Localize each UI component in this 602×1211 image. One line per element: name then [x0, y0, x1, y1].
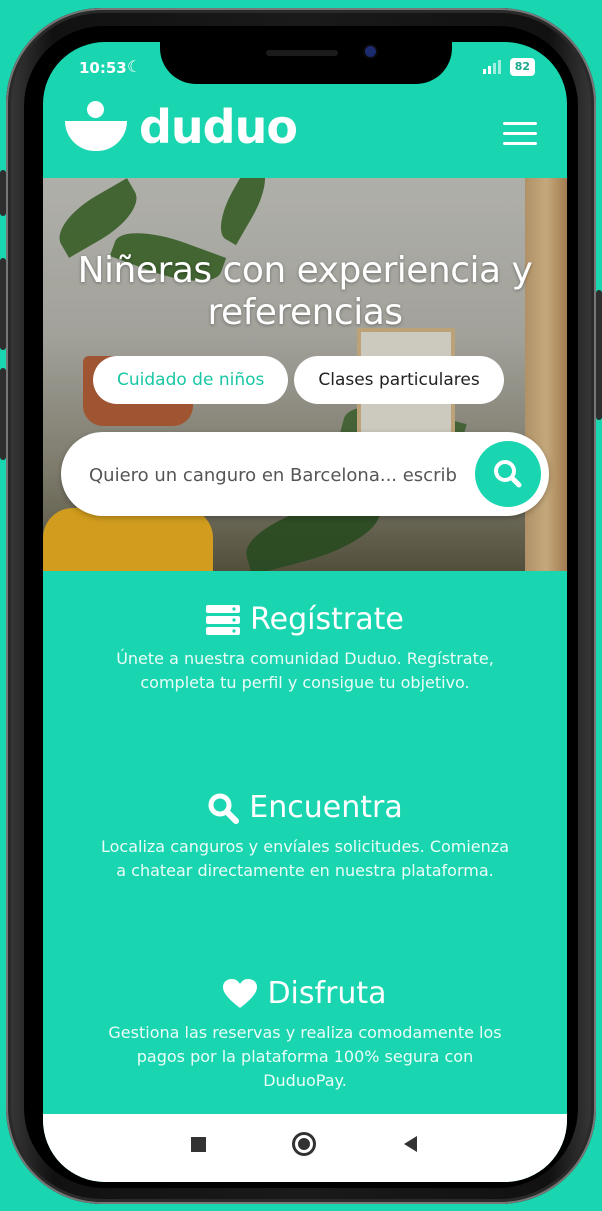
search-button[interactable]: [475, 441, 541, 507]
phone-volume-up-button: [0, 258, 6, 350]
tab-cuidado-de-ninos[interactable]: Cuidado de niños: [93, 356, 289, 404]
phone-side-button: [0, 170, 6, 216]
battery-indicator: 82: [509, 58, 535, 76]
section-registrate: Regístrate Únete a nuestra comunidad Dud…: [43, 602, 567, 695]
status-indicators: 82: [482, 58, 535, 76]
phone-power-button: [596, 290, 602, 420]
recent-apps-icon: [190, 1136, 206, 1152]
section-title-row: Encuentra: [43, 790, 567, 825]
camera-notch: [160, 42, 452, 84]
signal-icon: [482, 60, 501, 74]
section-title-row: Regístrate: [43, 602, 567, 637]
section-text: Gestiona las reservas y realiza comodame…: [108, 1023, 502, 1090]
back-icon: [403, 1136, 417, 1152]
moon-icon: ☾: [127, 57, 142, 76]
duduo-logo[interactable]: duduo: [65, 100, 298, 154]
logo-text: duduo: [139, 100, 298, 154]
section-text: Únete a nuestra comunidad Duduo. Regístr…: [116, 649, 494, 692]
recent-apps-button[interactable]: [163, 1114, 233, 1174]
section-title: Disfruta: [267, 976, 387, 1011]
section-text: Localiza canguros y envíales solicitudes…: [100, 837, 509, 880]
screen: 10:53 ☾ 82 duduo Niñeras con experiencia…: [43, 42, 567, 1182]
section-title-row: Disfruta: [43, 976, 567, 1011]
home-icon: [292, 1132, 316, 1156]
heart-icon: [223, 978, 258, 1008]
status-time: 10:53: [79, 59, 127, 77]
hero-banner: Niñeras con experiencia y referencias Cu…: [43, 178, 567, 571]
section-disfruta: Disfruta Gestiona las reservas y realiza…: [43, 976, 567, 1093]
logo-mark-icon: [65, 101, 129, 153]
menu-icon[interactable]: [503, 122, 537, 146]
home-button[interactable]: [269, 1114, 339, 1174]
front-camera: [365, 46, 376, 57]
search-input[interactable]: [87, 454, 461, 496]
speaker-grille: [266, 50, 338, 56]
section-title: Encuentra: [249, 790, 403, 825]
search-icon: [494, 460, 522, 488]
phone-volume-down-button: [0, 368, 6, 460]
site-header: duduo: [43, 92, 567, 178]
register-icon: [206, 604, 241, 635]
android-nav-bar: [43, 1114, 567, 1182]
search-icon: [208, 793, 240, 824]
section-encuentra: Encuentra Localiza canguros y envíales s…: [43, 790, 567, 883]
section-title: Regístrate: [250, 602, 404, 637]
back-button[interactable]: [375, 1114, 445, 1174]
hero-title: Niñeras con experiencia y referencias: [77, 250, 533, 333]
tab-clases-particulares[interactable]: Clases particulares: [294, 356, 504, 404]
search-bar: [61, 432, 549, 516]
service-tabs: Cuidado de niños Clases particulares: [93, 356, 504, 404]
